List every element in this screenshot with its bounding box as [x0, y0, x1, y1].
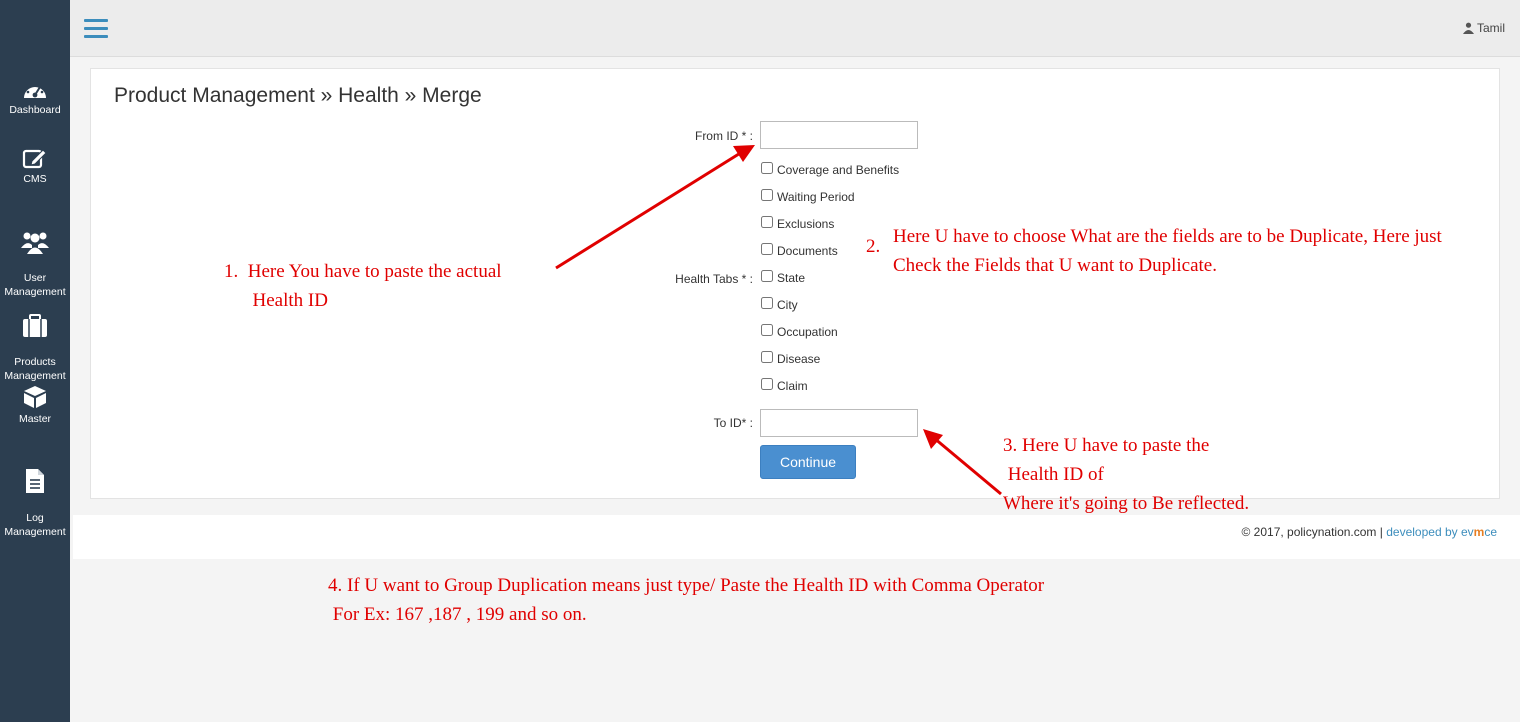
annotation-note-1: 1. Here You have to paste the actual Hea… — [224, 261, 502, 311]
sidebar-item-dashboard[interactable]: Dashboard — [0, 78, 70, 117]
sidebar: Dashboard CMS User Management Products M… — [0, 0, 70, 722]
sidebar-item-label: Products Management — [4, 356, 66, 382]
health-tabs-label: Health Tabs * : — [675, 272, 753, 286]
checkbox-label: Waiting Period — [777, 190, 855, 204]
checkbox[interactable] — [761, 189, 773, 201]
checkbox-label: City — [777, 298, 798, 312]
checkbox-label: State — [777, 271, 806, 285]
sidebar-item-cms[interactable]: CMS — [0, 147, 70, 186]
checkbox[interactable] — [761, 270, 773, 282]
footer-text: © 2017, policynation.com | developed by … — [1242, 525, 1498, 539]
users-icon — [21, 232, 49, 254]
annotation-note-3: 3. Here U have to paste the Health ID of… — [1003, 435, 1250, 514]
developer-link[interactable]: developed by evmce — [1386, 525, 1497, 539]
annotation-note-2: Here U have to choose What are the field… — [893, 226, 1442, 276]
page-title: Product Management » Health » Merge — [114, 84, 482, 107]
sidebar-item-label: Dashboard — [9, 104, 61, 116]
checkbox-exclusions[interactable]: Exclusions — [760, 216, 835, 231]
checkbox-label: Coverage and Benefits — [777, 163, 900, 177]
to-id-label: To ID* : — [713, 416, 753, 430]
user-icon — [1462, 22, 1474, 34]
annotation-note-2-number: 2. — [866, 236, 881, 257]
checkbox-coverage-and-benefits[interactable]: Coverage and Benefits — [760, 162, 900, 177]
copyright: © 2017, policynation.com — [1241, 525, 1377, 539]
sidebar-item-label: Master — [18, 413, 52, 425]
top-bar: Tamil — [70, 0, 1520, 57]
sidebar-item-label: CMS — [23, 173, 47, 185]
footer-separator: | — [1379, 525, 1383, 539]
checkbox-state[interactable]: State — [760, 270, 806, 285]
to-id-input[interactable] — [760, 409, 918, 437]
briefcase-icon — [23, 314, 47, 337]
continue-button[interactable]: Continue — [760, 445, 856, 479]
checkbox[interactable] — [761, 378, 773, 390]
checkbox[interactable] — [761, 324, 773, 336]
annotation-note-4: 4. If U want to Group Duplication means … — [328, 575, 1045, 625]
cube-icon — [24, 386, 46, 408]
checkbox-label: Exclusions — [777, 217, 835, 231]
sidebar-item-master[interactable]: Master — [0, 385, 70, 426]
sidebar-item-log-management[interactable]: Log Management — [0, 454, 70, 539]
brand-logo-mark: m — [1473, 525, 1485, 539]
user-name: Tamil — [1476, 21, 1505, 35]
checkbox-documents[interactable]: Documents — [760, 243, 838, 258]
file-icon — [26, 469, 44, 493]
checkbox-label: Claim — [777, 379, 808, 393]
footer: © 2017, policynation.com | developed by … — [73, 515, 1520, 559]
from-id-input[interactable] — [760, 121, 918, 149]
checkbox[interactable] — [761, 297, 773, 309]
checkbox[interactable] — [761, 162, 773, 174]
checkbox-claim[interactable]: Claim — [760, 378, 808, 393]
checkbox-label: Disease — [777, 352, 821, 366]
edit-icon — [22, 149, 47, 169]
sidebar-item-label: Log Management — [4, 512, 66, 538]
dashboard-icon — [24, 82, 46, 98]
user-menu[interactable]: Tamil — [1462, 21, 1505, 35]
sidebar-item-user-management[interactable]: User Management — [0, 216, 70, 299]
from-id-label: From ID * : — [694, 129, 753, 143]
checkbox-city[interactable]: City — [760, 297, 798, 312]
sidebar-item-label: User Management — [4, 272, 66, 298]
checkbox-label: Occupation — [777, 325, 838, 339]
developed-by-text: developed by ev — [1386, 525, 1474, 539]
checkbox-waiting-period[interactable]: Waiting Period — [760, 189, 855, 204]
checkbox[interactable] — [761, 216, 773, 228]
checkbox[interactable] — [761, 351, 773, 363]
checkbox-occupation[interactable]: Occupation — [760, 324, 838, 339]
brand-tail-text: ce — [1484, 525, 1497, 539]
checkbox[interactable] — [761, 243, 773, 255]
menu-toggle-icon[interactable] — [84, 19, 108, 39]
checkbox-label: Documents — [777, 244, 838, 258]
sidebar-item-products-management[interactable]: Products Management — [0, 300, 70, 383]
checkbox-disease[interactable]: Disease — [760, 351, 821, 366]
